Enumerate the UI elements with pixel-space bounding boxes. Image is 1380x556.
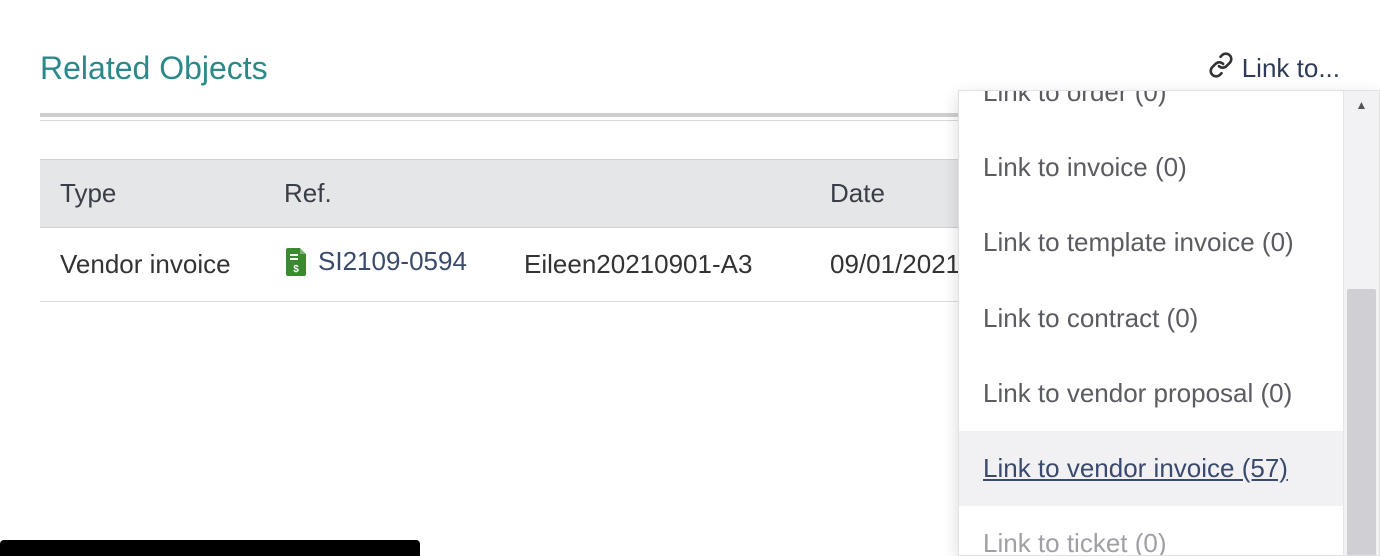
col-header-ref: Ref.	[264, 160, 504, 228]
dropdown-item-vendor-invoice[interactable]: Link to vendor invoice (57)	[959, 431, 1343, 506]
bottom-bar	[0, 540, 420, 556]
col-header-type: Type	[40, 160, 264, 228]
scroll-thumb[interactable]	[1347, 289, 1376, 556]
link-to-dropdown: Link to order (0) Link to invoice (0) Li…	[958, 90, 1380, 556]
dropdown-item-vendor-proposal[interactable]: Link to vendor proposal (0)	[959, 356, 1343, 431]
link-icon	[1208, 52, 1234, 85]
section-title: Related Objects	[40, 50, 268, 87]
cell-type: Vendor invoice	[40, 228, 264, 302]
dropdown-item-order[interactable]: Link to order (0)	[959, 91, 1343, 130]
vendor-invoice-icon: $	[284, 248, 308, 276]
dropdown-item-ticket[interactable]: Link to ticket (0)	[959, 506, 1343, 555]
ref-link[interactable]: SI2109-0594	[318, 246, 467, 277]
scroll-track[interactable]	[1344, 119, 1379, 555]
link-to-button[interactable]: Link to...	[1208, 52, 1340, 85]
cell-desc: Eileen20210901-A3	[504, 228, 810, 302]
dropdown-scrollbar[interactable]: ▲	[1343, 91, 1379, 555]
dropdown-list: Link to order (0) Link to invoice (0) Li…	[959, 91, 1343, 555]
dropdown-item-contract[interactable]: Link to contract (0)	[959, 281, 1343, 356]
dropdown-item-template-invoice[interactable]: Link to template invoice (0)	[959, 205, 1343, 280]
svg-text:$: $	[293, 264, 299, 275]
col-header-desc	[504, 160, 810, 228]
dropdown-item-invoice[interactable]: Link to invoice (0)	[959, 130, 1343, 205]
scroll-up-arrow-icon[interactable]: ▲	[1344, 91, 1379, 119]
link-to-label: Link to...	[1242, 53, 1340, 84]
